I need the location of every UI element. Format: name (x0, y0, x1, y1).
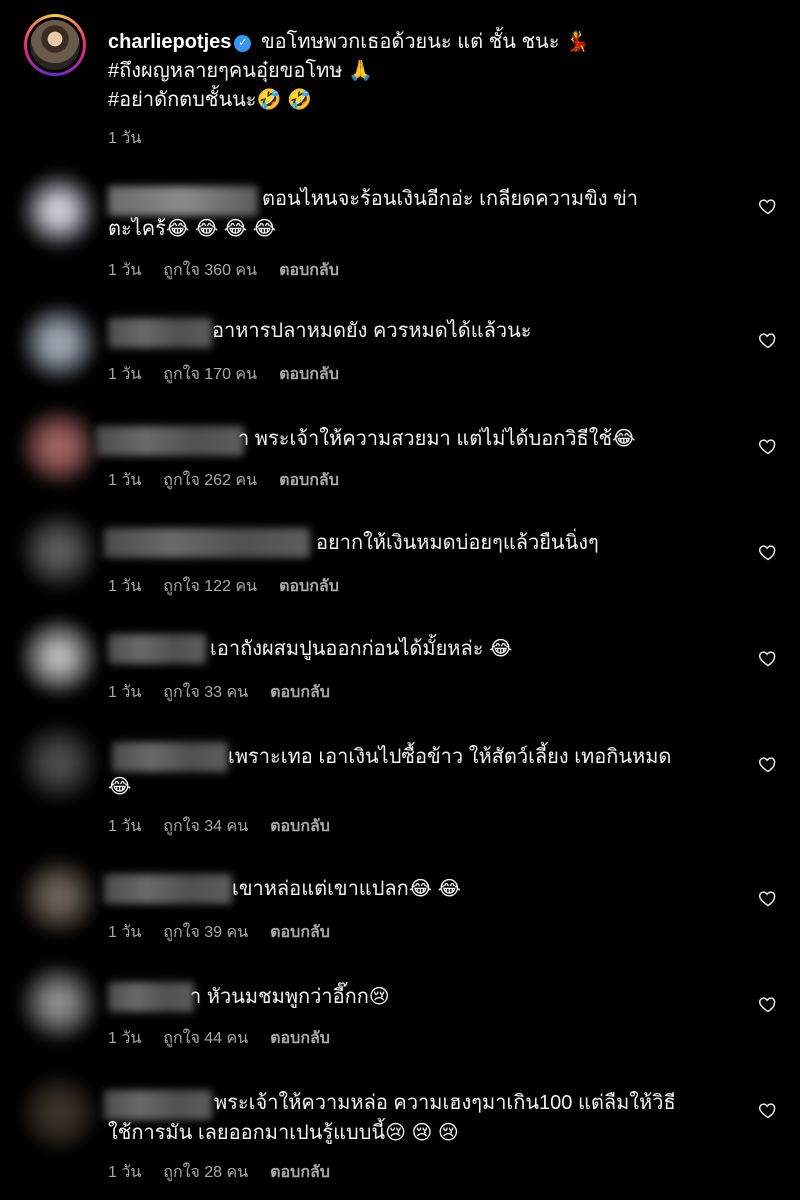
commenter-avatar[interactable] (22, 860, 96, 934)
comment-meta: 1 วัน ถูกใจ 262 คน ตอบกลับ (108, 468, 361, 493)
commenter-avatar[interactable] (22, 1076, 96, 1150)
comment-meta: 1 วัน ถูกใจ 170 คน ตอบกลับ (108, 362, 361, 387)
comment-time: 1 วัน (108, 1030, 142, 1047)
caption-hashtag-1[interactable]: #ถึงผญหลายๆคนอุ๋ยขอโทษ 🙏 (108, 57, 740, 86)
commenter-username[interactable] (108, 318, 212, 348)
author-avatar[interactable] (24, 14, 86, 76)
caption-timestamp: 1 วัน (108, 130, 142, 147)
commenter-username[interactable] (104, 874, 232, 904)
commenter-avatar[interactable] (22, 174, 96, 248)
comment-time: 1 วัน (108, 1164, 142, 1181)
heart-outline-icon[interactable] (756, 886, 780, 910)
comment-text-cont: 😂 (108, 776, 132, 798)
comment-time: 1 วัน (108, 262, 142, 279)
comment-text: า พระเจ้าให้ความสวยมา แต่ไม่ได้บอกวิธีใช… (238, 428, 636, 450)
reply-button[interactable]: ตอบกลับ (270, 684, 330, 701)
comment-meta: 1 วัน ถูกใจ 44 คน ตอบกลับ (108, 1026, 352, 1051)
heart-outline-icon[interactable] (756, 194, 780, 218)
heart-outline-icon[interactable] (756, 540, 780, 564)
comment-text-cont: ตะไคร้😂 😂 😂 😂 (108, 218, 277, 240)
comment-meta: 1 วัน ถูกใจ 34 คน ตอบกลับ (108, 814, 352, 839)
commenter-username[interactable] (112, 742, 228, 772)
comment-likes[interactable]: ถูกใจ 122 คน (163, 578, 257, 595)
heart-outline-icon[interactable] (756, 646, 780, 670)
heart-outline-icon[interactable] (756, 992, 780, 1016)
comment-likes[interactable]: ถูกใจ 262 คน (163, 472, 257, 489)
comment-likes[interactable]: ถูกใจ 33 คน (163, 684, 248, 701)
comment-time: 1 วัน (108, 578, 142, 595)
commenter-username[interactable] (96, 426, 244, 456)
comment-likes[interactable]: ถูกใจ 34 คน (163, 818, 248, 835)
commenter-username[interactable] (104, 528, 310, 558)
commenter-avatar[interactable] (22, 620, 96, 694)
commenter-avatar[interactable] (22, 306, 96, 380)
commenter-avatar[interactable] (22, 726, 96, 800)
heart-outline-icon[interactable] (756, 1098, 780, 1122)
comment-text: เอาถังผสมปูนออกก่อนได้มั้ยหล่ะ 😂 (210, 638, 513, 660)
commenter-avatar[interactable] (22, 514, 96, 588)
author-username[interactable]: charliepotjes (108, 31, 231, 53)
comment-meta: 1 วัน ถูกใจ 122 คน ตอบกลับ (108, 574, 361, 599)
comment-text: า หัวนมชมพูกว่าอี๊กก😢 (190, 986, 390, 1008)
reply-button[interactable]: ตอบกลับ (279, 262, 339, 279)
reply-button[interactable]: ตอบกลับ (279, 578, 339, 595)
commenter-username[interactable] (108, 982, 194, 1012)
comment-text: เขาหล่อแต่เขาแปลก😂 😂 (232, 878, 462, 900)
reply-button[interactable]: ตอบกลับ (270, 1164, 330, 1181)
comment-time: 1 วัน (108, 472, 142, 489)
commenter-avatar[interactable] (22, 966, 96, 1040)
comment-text: พระเจ้าให้ความหล่อ ความเฮงๆมาเกิน100 แต่… (214, 1092, 676, 1114)
comment-meta: 1 วัน ถูกใจ 28 คน ตอบกลับ (108, 1160, 352, 1185)
comment-meta: 1 วัน ถูกใจ 39 คน ตอบกลับ (108, 920, 352, 945)
comment-likes[interactable]: ถูกใจ 170 คน (163, 366, 257, 383)
comment-text: อยากให้เงินหมดบ่อยๆแล้วยืนนิ่งๆ (316, 532, 599, 554)
comment-time: 1 วัน (108, 684, 142, 701)
reply-button[interactable]: ตอบกลับ (270, 924, 330, 941)
comment-likes[interactable]: ถูกใจ 39 คน (163, 924, 248, 941)
commenter-username[interactable] (104, 1090, 212, 1120)
commenter-username[interactable] (108, 634, 206, 664)
comment-time: 1 วัน (108, 924, 142, 941)
commenter-avatar[interactable] (22, 410, 96, 484)
reply-button[interactable]: ตอบกลับ (279, 472, 339, 489)
comment-likes[interactable]: ถูกใจ 28 คน (163, 1164, 248, 1181)
comment-meta: 1 วัน ถูกใจ 33 คน ตอบกลับ (108, 680, 352, 705)
caption-body: charliepotjes ✓ ขอโทษพวกเธอด้วยนะ แต่ ชั้… (108, 28, 740, 115)
commenter-username[interactable] (108, 186, 258, 216)
comment-time: 1 วัน (108, 818, 142, 835)
comments-page: charliepotjes ✓ ขอโทษพวกเธอด้วยนะ แต่ ชั้… (0, 0, 800, 1200)
reply-button[interactable]: ตอบกลับ (279, 366, 339, 383)
comment-likes[interactable]: ถูกใจ 360 คน (163, 262, 257, 279)
heart-outline-icon[interactable] (756, 434, 780, 458)
caption-text-line1: ขอโทษพวกเธอด้วยนะ แต่ ชั้น ชนะ 💃 (260, 31, 590, 53)
comment-text: เพราะเทอ เอาเงินไปซื้อข้าว ให้สัตว์เลี้ย… (228, 746, 672, 768)
heart-outline-icon[interactable] (756, 752, 780, 776)
comment-time: 1 วัน (108, 366, 142, 383)
comment-text: อาหารปลาหมดยัง ควรหมดได้แล้วนะ (212, 320, 532, 342)
comment-likes[interactable]: ถูกใจ 44 คน (163, 1030, 248, 1047)
comment-meta: 1 วัน ถูกใจ 360 คน ตอบกลับ (108, 258, 361, 283)
comment-text: ตอนไหนจะร้อนเงินอีกอ่ะ เกลียดความขิง ข่า (262, 188, 639, 210)
reply-button[interactable]: ตอบกลับ (270, 818, 330, 835)
reply-button[interactable]: ตอบกลับ (270, 1030, 330, 1047)
comment-text-cont: ใช้การมัน เลยออกมาเปนรู้แบบนี้😢 😢 😢 (108, 1122, 459, 1144)
caption-hashtag-2[interactable]: #อย่าดักตบชั้นนะ🤣 🤣 (108, 86, 740, 115)
post-caption: charliepotjes ✓ ขอโทษพวกเธอด้วยนะ แต่ ชั้… (24, 14, 740, 164)
verified-badge-icon: ✓ (234, 35, 252, 52)
heart-outline-icon[interactable] (756, 328, 780, 352)
